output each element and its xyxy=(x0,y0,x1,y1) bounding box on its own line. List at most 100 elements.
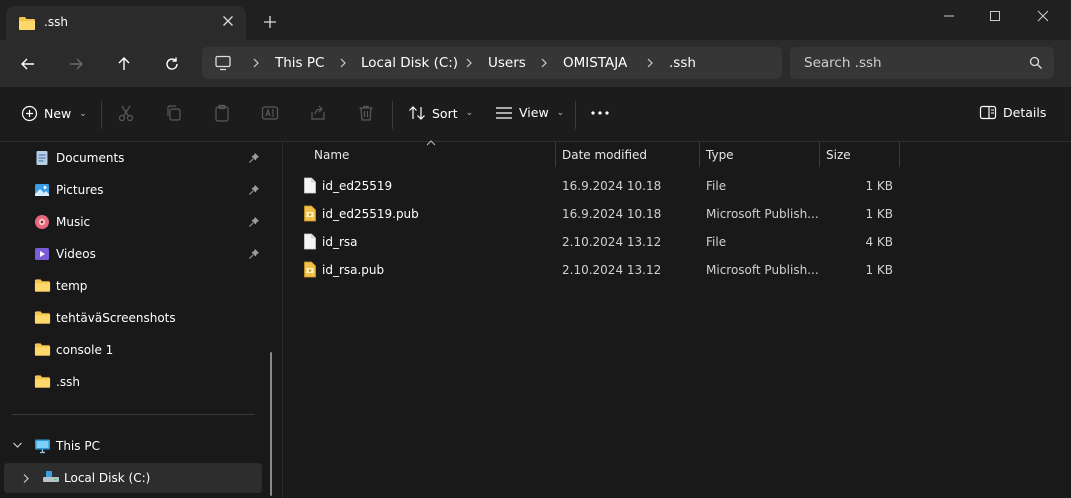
title-bar: .ssh xyxy=(0,0,1071,40)
sidebar-item-this-pc[interactable]: This PC xyxy=(0,431,262,461)
sidebar-item-pictures[interactable]: Pictures xyxy=(0,175,262,205)
file-size: 1 KB xyxy=(865,207,893,221)
up-button[interactable] xyxy=(112,52,136,76)
share-icon[interactable] xyxy=(309,104,327,122)
column-header-type[interactable]: Type xyxy=(706,148,734,162)
sidebar-item-label: Documents xyxy=(56,151,125,165)
file-name: id_ed25519 xyxy=(322,179,393,193)
chevron-right-icon xyxy=(466,58,472,68)
navigation-bar: This PC Local Disk (C:) Users OMISTAJA .… xyxy=(0,40,1071,87)
pin-icon[interactable] xyxy=(248,216,260,228)
file-row[interactable]: id_ed25519.pub 16.9.2024 10.18 Microsoft… xyxy=(284,200,1071,228)
forward-button[interactable] xyxy=(64,52,88,76)
file-row[interactable]: id_rsa.pub 2.10.2024 13.12 Microsoft Pub… xyxy=(284,256,1071,284)
column-divider[interactable] xyxy=(899,142,900,167)
chevron-down-icon: ⌄ xyxy=(79,108,87,119)
chevron-down-icon[interactable] xyxy=(12,441,23,449)
file-date: 2.10.2024 13.12 xyxy=(562,263,662,277)
more-options-icon[interactable] xyxy=(590,107,610,119)
sidebar-item-temp[interactable]: temp xyxy=(0,271,262,301)
view-label: View xyxy=(519,105,549,120)
cut-icon[interactable] xyxy=(117,104,135,122)
sidebar-item-label: .ssh xyxy=(56,375,80,389)
sidebar-scrollbar[interactable] xyxy=(270,352,272,496)
close-tab-icon[interactable] xyxy=(220,13,236,29)
sort-ascending-icon xyxy=(426,140,436,146)
minimize-button[interactable] xyxy=(926,0,972,32)
sidebar-item-console-1[interactable]: console 1 xyxy=(0,335,262,365)
plus-circle-icon xyxy=(21,105,38,122)
column-header-name[interactable]: Name xyxy=(314,148,349,162)
file-list: Name Date modified Type Size id_ed25519 … xyxy=(284,140,1071,498)
sidebar-item-tehtavascreenshots[interactable]: tehtäväScreenshots xyxy=(0,303,262,333)
breadcrumb-this-pc[interactable]: This PC xyxy=(275,55,324,71)
divider xyxy=(392,101,393,129)
sidebar-item-label: This PC xyxy=(56,439,100,453)
tab-ssh[interactable]: .ssh xyxy=(6,6,246,40)
pin-icon[interactable] xyxy=(248,152,260,164)
copy-icon[interactable] xyxy=(165,104,183,122)
close-icon xyxy=(1037,10,1049,22)
pin-icon[interactable] xyxy=(248,184,260,196)
folder-icon xyxy=(34,279,51,292)
new-label: New xyxy=(44,106,72,121)
close-window-button[interactable] xyxy=(1020,0,1066,32)
rename-icon[interactable] xyxy=(261,104,279,122)
divider xyxy=(575,101,576,129)
pin-icon[interactable] xyxy=(248,248,260,260)
new-button[interactable]: New ⌄ xyxy=(21,105,87,122)
sidebar-item-local-disk[interactable]: Local Disk (C:) xyxy=(4,463,262,493)
chevron-down-icon: ⌄ xyxy=(556,107,565,118)
file-date: 16.9.2024 10.18 xyxy=(562,179,662,193)
sort-button[interactable]: Sort ⌄ xyxy=(408,105,473,121)
search-box[interactable]: Search .ssh xyxy=(790,47,1054,79)
column-divider[interactable] xyxy=(699,142,700,167)
sidebar-item-documents[interactable]: Documents xyxy=(0,143,262,173)
details-button[interactable]: Details xyxy=(979,105,1046,120)
folder-icon xyxy=(34,375,51,388)
file-row[interactable]: id_ed25519 16.9.2024 10.18 File 1 KB xyxy=(284,172,1071,200)
new-tab-icon[interactable] xyxy=(262,14,278,30)
chevron-right-icon xyxy=(253,58,259,68)
refresh-button[interactable] xyxy=(160,52,184,76)
chevron-down-icon: ⌄ xyxy=(465,108,474,118)
delete-icon[interactable] xyxy=(357,104,375,122)
address-bar[interactable]: This PC Local Disk (C:) Users OMISTAJA .… xyxy=(202,47,782,79)
documents-icon xyxy=(36,151,48,165)
sidebar-item-label: temp xyxy=(56,279,88,293)
sidebar-item-music[interactable]: Music xyxy=(0,207,262,237)
refresh-icon xyxy=(166,57,178,70)
sidebar-item-videos[interactable]: Videos xyxy=(0,239,262,269)
sidebar-item-label: Local Disk (C:) xyxy=(64,471,151,485)
column-header-date-modified[interactable]: Date modified xyxy=(562,148,647,162)
file-date: 16.9.2024 10.18 xyxy=(562,207,662,221)
details-label: Details xyxy=(1003,105,1047,120)
computer-icon xyxy=(35,439,50,454)
column-divider[interactable] xyxy=(555,142,556,167)
breadcrumb-users[interactable]: Users xyxy=(488,55,526,71)
column-header-size[interactable]: Size xyxy=(826,148,851,162)
file-icon xyxy=(304,233,316,250)
file-date: 2.10.2024 13.12 xyxy=(562,235,662,249)
chevron-right-icon[interactable] xyxy=(22,473,30,484)
sort-label: Sort xyxy=(432,105,458,121)
maximize-button[interactable] xyxy=(972,0,1018,32)
breadcrumb-omistaja[interactable]: OMISTAJA xyxy=(563,55,627,71)
search-input[interactable]: Search .ssh xyxy=(804,55,882,71)
minimize-icon xyxy=(944,15,954,17)
drive-icon xyxy=(43,471,59,482)
tab-title: .ssh xyxy=(44,15,68,29)
breadcrumb-local-disk[interactable]: Local Disk (C:) xyxy=(361,55,458,71)
search-icon[interactable] xyxy=(1029,56,1043,70)
publisher-icon xyxy=(304,261,316,278)
view-button[interactable]: View ⌄ xyxy=(495,105,564,120)
file-row[interactable]: id_rsa 2.10.2024 13.12 File 4 KB xyxy=(284,228,1071,256)
arrow-right-icon xyxy=(70,58,83,70)
back-button[interactable] xyxy=(16,52,40,76)
sidebar-item-ssh[interactable]: .ssh xyxy=(0,367,262,397)
breadcrumb-ssh[interactable]: .ssh xyxy=(669,55,696,71)
sidebar-item-label: tehtäväScreenshots xyxy=(56,311,176,325)
paste-icon[interactable] xyxy=(213,104,231,122)
divider xyxy=(101,101,102,129)
column-divider[interactable] xyxy=(819,142,820,167)
